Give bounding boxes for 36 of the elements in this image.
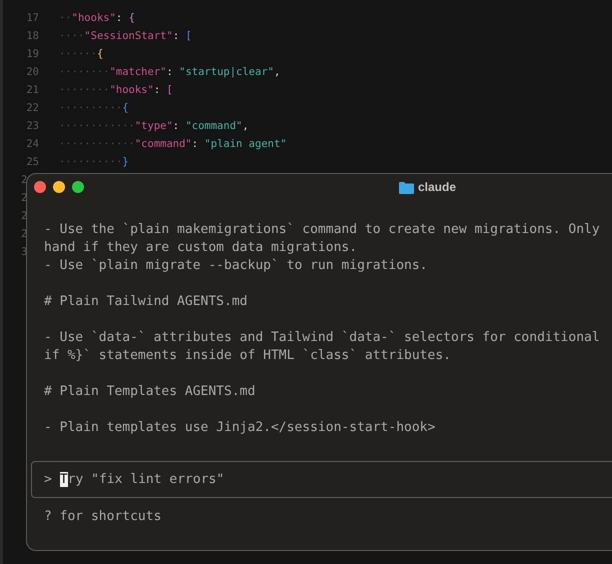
output-line: - Use `data-` attributes and Tailwind `data-` selectors for conditional bbox=[44, 329, 601, 347]
line-number: 2 bbox=[21, 173, 28, 188]
line-number: 18 bbox=[25, 29, 39, 44]
output-line: # Plain Templates AGENTS.md bbox=[44, 383, 256, 401]
code-line: ············"type": "command", bbox=[59, 119, 249, 134]
output-line: # Plain Tailwind AGENTS.md bbox=[44, 293, 248, 311]
line-number: 19 bbox=[25, 47, 39, 62]
input-placeholder: Try "fix lint errors" bbox=[60, 470, 224, 489]
minimize-button[interactable] bbox=[53, 181, 65, 193]
code-line: ····"SessionStart": [ bbox=[59, 29, 192, 44]
line-number: 20 bbox=[25, 65, 39, 80]
line-number: 23 bbox=[25, 119, 39, 134]
shortcuts-hint: ? for shortcuts bbox=[43, 508, 162, 526]
line-number: 17 bbox=[25, 11, 39, 26]
code-line: ······{ bbox=[59, 47, 104, 62]
code-line: ············"command": "plain agent" bbox=[59, 137, 287, 152]
zoom-button[interactable] bbox=[72, 181, 84, 193]
code-line: ··········} bbox=[59, 155, 129, 170]
code-line: ··"hooks": { bbox=[59, 11, 135, 26]
output-line: if %}` statements inside of HTML `class` attributes. bbox=[44, 347, 452, 365]
code-line: ··········{ bbox=[59, 101, 129, 116]
output-line: hand if they are custom data migrations. bbox=[44, 239, 358, 257]
line-number: 24 bbox=[25, 137, 39, 152]
line-number: 25 bbox=[25, 155, 39, 170]
folder-icon bbox=[399, 180, 414, 194]
output-line: - Use `plain migrate --backup` to run migrations. bbox=[44, 257, 429, 275]
code-line: ········"hooks": [ bbox=[59, 83, 173, 98]
line-number: 22 bbox=[25, 101, 39, 116]
output-line: - Use the `plain makemigrations` command to create new migrations. Only bbox=[44, 221, 601, 239]
output-line: - Plain templates use Jinja2.</session-start-hook> bbox=[44, 419, 436, 437]
code-line: ········"matcher": "startup|clear", bbox=[59, 65, 280, 80]
prompt-symbol: > bbox=[44, 470, 52, 489]
prompt-input[interactable]: > Try "fix lint errors" bbox=[31, 461, 612, 498]
close-button[interactable] bbox=[34, 181, 46, 193]
window-title: claude bbox=[418, 179, 456, 196]
line-number: 21 bbox=[25, 83, 39, 98]
